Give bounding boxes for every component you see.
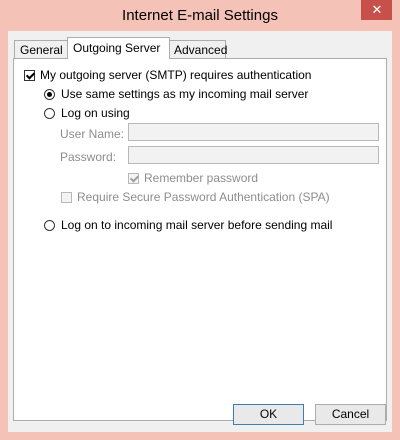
tab-outgoing-server-label: Outgoing Server [73, 41, 161, 55]
use-same-settings-radio[interactable] [44, 88, 55, 100]
log-on-using-label: Log on using [61, 106, 130, 120]
use-same-settings-label: Use same settings as my incoming mail se… [61, 87, 309, 101]
requires-auth-checkbox[interactable] [24, 69, 35, 81]
spa-checkbox[interactable] [61, 191, 72, 203]
spa-row[interactable]: Require Secure Password Authentication (… [61, 190, 330, 204]
log-on-using-row[interactable]: Log on using [44, 106, 130, 120]
window-frame-right [392, 0, 400, 440]
cancel-button[interactable]: Cancel [315, 404, 386, 425]
use-same-settings-row[interactable]: Use same settings as my incoming mail se… [44, 87, 308, 101]
outgoing-server-panel: My outgoing server (SMTP) requires authe… [13, 58, 387, 421]
log-on-incoming-row[interactable]: Log on to incoming mail server before se… [44, 218, 332, 232]
tab-outgoing-server[interactable]: Outgoing Server [67, 37, 170, 59]
close-button[interactable]: ✕ [361, 0, 393, 20]
window-frame-left [0, 0, 8, 440]
tab-general-label: General [20, 43, 63, 57]
tab-general[interactable]: General [14, 40, 69, 58]
title-bar: Internet E-mail Settings ✕ [0, 0, 400, 31]
window-frame-bottom [0, 432, 400, 440]
log-on-incoming-radio[interactable] [44, 219, 55, 231]
requires-auth-label: My outgoing server (SMTP) requires authe… [40, 68, 312, 82]
tab-advanced[interactable]: Advanced [168, 40, 228, 58]
user-name-field[interactable] [128, 123, 379, 141]
requires-auth-row[interactable]: My outgoing server (SMTP) requires authe… [24, 68, 311, 82]
dialog-client-area: General Outgoing Server Advanced My outg… [8, 31, 392, 432]
password-field[interactable] [128, 146, 379, 164]
user-name-label: User Name: [60, 127, 125, 141]
settings-window: Internet E-mail Settings ✕ General Outgo… [0, 0, 400, 440]
password-label: Password: [60, 150, 117, 164]
remember-password-row[interactable]: Remember password [128, 171, 258, 185]
remember-password-label: Remember password [144, 171, 259, 185]
close-icon: ✕ [371, 2, 383, 17]
remember-password-checkbox[interactable] [128, 172, 139, 184]
log-on-incoming-label: Log on to incoming mail server before se… [61, 218, 333, 232]
log-on-using-radio[interactable] [44, 107, 55, 119]
spa-label: Require Secure Password Authentication (… [77, 190, 330, 204]
tab-advanced-label: Advanced [174, 43, 228, 57]
window-title: Internet E-mail Settings [122, 7, 278, 24]
ok-button[interactable]: OK [233, 404, 304, 425]
